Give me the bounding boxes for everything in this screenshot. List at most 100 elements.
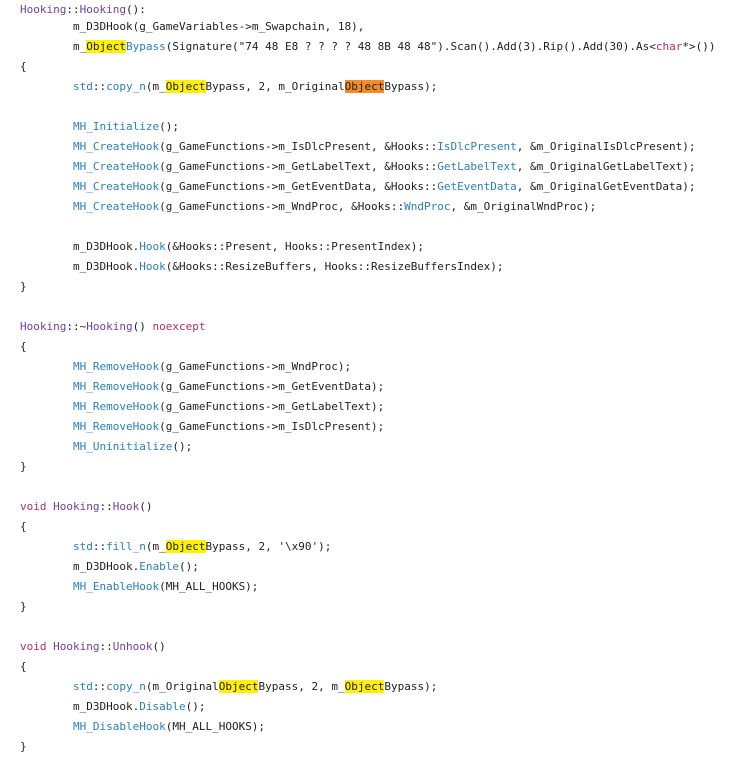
code-token: , &m_OriginalIsDlcPresent); <box>516 140 696 153</box>
code-token: { <box>20 660 27 673</box>
code-token: , m_Original <box>265 80 345 93</box>
code-token: *>()) <box>682 40 716 53</box>
code-token: (g_GameFunctions->m_GetLabelText, &Hooks… <box>159 160 438 173</box>
code-line: m_D3DHook(g_GameVariables->m_Swapchain, … <box>73 17 364 37</box>
code-token: MH_RemoveHook <box>73 380 160 393</box>
code-line: MH_DisableHook(MH_ALL_HOOKS); <box>73 717 265 737</box>
code-token: Hook <box>139 240 166 253</box>
code-token: std <box>73 540 93 553</box>
code-token: MH_Uninitialize <box>73 440 173 453</box>
code-token: MH_RemoveHook <box>73 400 160 413</box>
code-token: noexcept <box>152 320 206 333</box>
code-token: (g_GameFunctions->m_WndProc); <box>159 360 352 373</box>
code-token: Bypass); <box>384 80 438 93</box>
code-token: :: <box>92 540 107 553</box>
code-token: (g_GameFunctions->m_GetEventData); <box>159 380 385 393</box>
code-token: { <box>20 60 27 73</box>
code-token: ), <box>351 20 365 33</box>
code-token: (); <box>159 120 179 133</box>
code-token: Unhook <box>112 640 153 653</box>
code-token: (); <box>185 700 206 713</box>
code-token: , '\x90'); <box>265 540 332 553</box>
code-token: std <box>73 680 93 693</box>
code-line: m_D3DHook.Hook(&Hooks::Present, Hooks::P… <box>73 237 424 257</box>
code-line: MH_RemoveHook(g_GameFunctions->m_WndProc… <box>73 357 351 377</box>
code-token: 30 <box>609 40 623 53</box>
code-token: void <box>20 500 47 513</box>
code-token: m_D3DHook. <box>73 260 140 273</box>
code-token: Bypass, <box>258 680 312 693</box>
code-token: MH_CreateHook <box>73 140 160 153</box>
code-token: { <box>20 520 27 533</box>
search-highlight: Object <box>165 80 206 93</box>
code-token: { <box>20 340 27 353</box>
code-line: m_D3DHook.Enable(); <box>73 557 199 577</box>
code-line: } <box>20 277 27 297</box>
code-token: (g_GameFunctions->m_GetLabelText); <box>159 400 385 413</box>
code-line: { <box>20 657 27 677</box>
code-token: ::~ <box>66 320 87 333</box>
code-token: Hook <box>139 260 166 273</box>
code-line: void Hooking::Unhook() <box>20 637 166 657</box>
code-line: MH_RemoveHook(g_GameFunctions->m_GetLabe… <box>73 397 384 417</box>
code-line: void Hooking::Hook() <box>20 497 152 517</box>
code-token: (g_GameFunctions->m_GetEventData, &Hooks… <box>159 180 438 193</box>
code-token: copy_n <box>106 680 146 693</box>
code-token: Hooking <box>86 320 133 333</box>
code-token: Bypass <box>126 40 166 53</box>
code-token: m_ <box>73 40 87 53</box>
code-token: (): <box>125 3 146 16</box>
code-token: std <box>73 80 93 93</box>
code-token: () <box>152 640 166 653</box>
code-token: (MH_ALL_HOOKS); <box>165 720 266 733</box>
code-token: Bypass, <box>205 540 259 553</box>
code-token: (m_ <box>145 540 166 553</box>
code-token: 18 <box>337 20 352 33</box>
code-editor[interactable]: Hooking::Hooking(): m_D3DHook(g_GameVari… <box>0 0 750 761</box>
code-token: char <box>655 40 683 53</box>
code-token: (g_GameFunctions->m_IsDlcPresent); <box>159 420 385 433</box>
code-token: m_D3DHook. <box>73 240 140 253</box>
code-token: Hooking <box>53 640 100 653</box>
code-token: m_D3DHook <box>73 20 133 33</box>
code-token: Enable <box>139 560 179 573</box>
code-token: (&Hooks::ResizeBuffers, Hooks::ResizeBuf… <box>165 260 504 273</box>
code-line: MH_RemoveHook(g_GameFunctions->m_IsDlcPr… <box>73 417 384 437</box>
code-token: :: <box>99 640 113 653</box>
code-token: , &m_OriginalGetEventData); <box>516 180 696 193</box>
code-token: () <box>132 320 153 333</box>
code-token: } <box>20 460 27 473</box>
code-line: MH_RemoveHook(g_GameFunctions->m_GetEven… <box>73 377 384 397</box>
code-token: Hooking <box>79 3 126 16</box>
search-highlight: Object <box>344 80 385 93</box>
code-token: MH_RemoveHook <box>73 420 160 433</box>
code-token: MH_EnableHook <box>73 580 160 593</box>
code-token: MH_CreateHook <box>73 180 160 193</box>
search-highlight: Object <box>165 540 206 553</box>
search-highlight: Object <box>218 680 259 693</box>
code-token: Hooking <box>20 3 67 16</box>
code-line: std::fill_n(m_ObjectBypass, 2, '\x90'); <box>73 537 331 557</box>
code-token: IsDlcPresent <box>437 140 517 153</box>
code-token: GetEventData <box>437 180 517 193</box>
code-token: , m_ <box>318 680 345 693</box>
code-token: MH_RemoveHook <box>73 360 160 373</box>
code-line: m_D3DHook.Disable(); <box>73 697 205 717</box>
code-line: m_ObjectBypass(Signature("74 48 E8 ? ? ?… <box>73 37 715 57</box>
code-token: copy_n <box>106 80 146 93</box>
code-token: MH_DisableHook <box>73 720 166 733</box>
code-token: (g_GameFunctions->m_IsDlcPresent, &Hooks… <box>159 140 438 153</box>
code-line: MH_EnableHook(MH_ALL_HOOKS); <box>73 577 258 597</box>
code-token: ).As< <box>622 40 656 53</box>
code-token: ).Rip().Add( <box>530 40 610 53</box>
search-highlight: Object <box>86 40 126 53</box>
code-token: Bypass, <box>205 80 259 93</box>
code-token: Bypass); <box>384 680 438 693</box>
code-token: (MH_ALL_HOOKS); <box>159 580 259 593</box>
code-token: 3 <box>523 40 530 53</box>
code-line: { <box>20 517 27 537</box>
code-line: m_D3DHook.Hook(&Hooks::ResizeBuffers, Ho… <box>73 257 504 277</box>
code-token: } <box>20 280 27 293</box>
code-line: MH_CreateHook(g_GameFunctions->m_GetLabe… <box>73 157 696 177</box>
code-token: Hooking <box>53 500 100 513</box>
